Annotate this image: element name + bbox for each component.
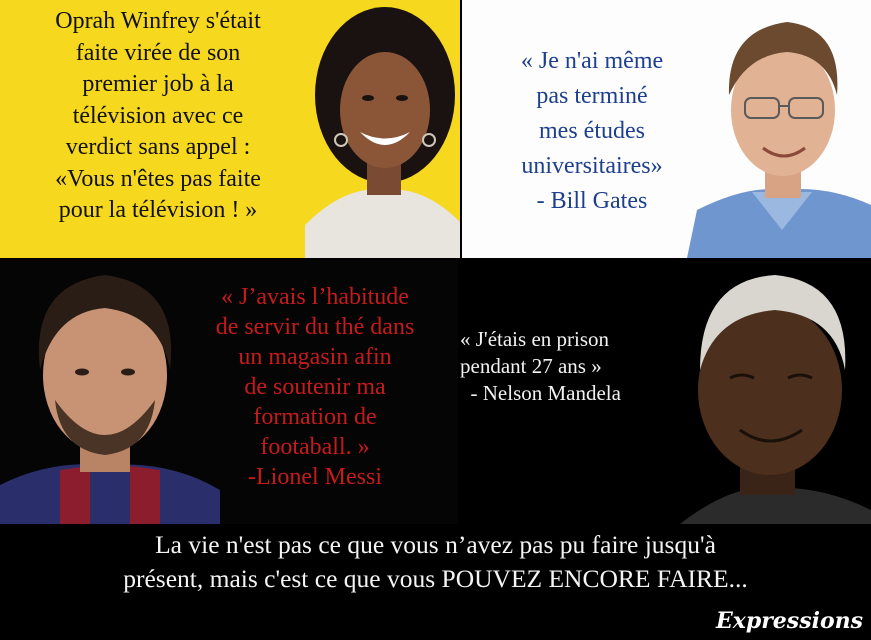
quote-line: Oprah Winfrey s'était [55,8,261,34]
quote-line: « Je n'ai même [520,48,664,74]
quote-line: faite virée de son [75,39,241,66]
quote-line: télévision avec ce [72,102,244,129]
caption-line: La vie n'est pas ce que vous n’avez pas … [155,530,716,559]
quote-line: footaball. » [260,434,370,460]
mandela-portrait [670,260,871,524]
quote-line: pour la télévision ! » [58,197,258,223]
quote-line: de servir du thé dans [215,314,415,340]
gates-quote: « Je n'ai même pas terminé mes études un… [482,44,702,219]
oprah-quote: Oprah Winfrey s'était faite virée de son… [8,6,308,227]
quote-line: «Vous n'êtes pas faite [55,165,261,192]
quote-line: un magasin afin [238,344,392,370]
oprah-panel: Oprah Winfrey s'était faite virée de son… [0,0,460,258]
quote-line: - Nelson Mandela [460,381,621,405]
messi-panel: « J’avais l’habitude de servir du thé da… [0,260,458,524]
brand-signature: Expressions [715,608,863,634]
gates-panel: « Je n'ai même pas terminé mes études un… [462,0,871,258]
caption-line: présent, mais c'est ce que vous POUVEZ E… [123,564,748,593]
quote-line: pendant 27 ans » [460,354,602,378]
oprah-portrait [305,0,460,258]
quote-line: « J’avais l’habitude [221,284,409,310]
quote-line: formation de [253,404,377,430]
quote-line: mes études [539,118,645,144]
motivational-caption: La vie n'est pas ce que vous n’avez pas … [0,528,871,596]
quote-line: de soutenir ma [244,374,386,400]
messi-quote: « J’avais l’habitude de servir du thé da… [180,282,450,492]
quote-line: universitaires» [521,153,663,179]
mandela-panel: « J'étais en prison pendant 27 ans » - N… [460,260,871,524]
quote-line: « J'étais en prison [460,327,610,351]
quote-line: premier job à la [82,71,234,97]
gates-portrait [687,0,871,258]
quote-line: - Bill Gates [536,188,648,214]
quote-line: -Lionel Messi [248,464,382,490]
quote-line: pas terminé [536,83,648,109]
quote-line: verdict sans appel : [65,134,251,160]
mandela-quote: « J'étais en prison pendant 27 ans » - N… [460,326,680,407]
